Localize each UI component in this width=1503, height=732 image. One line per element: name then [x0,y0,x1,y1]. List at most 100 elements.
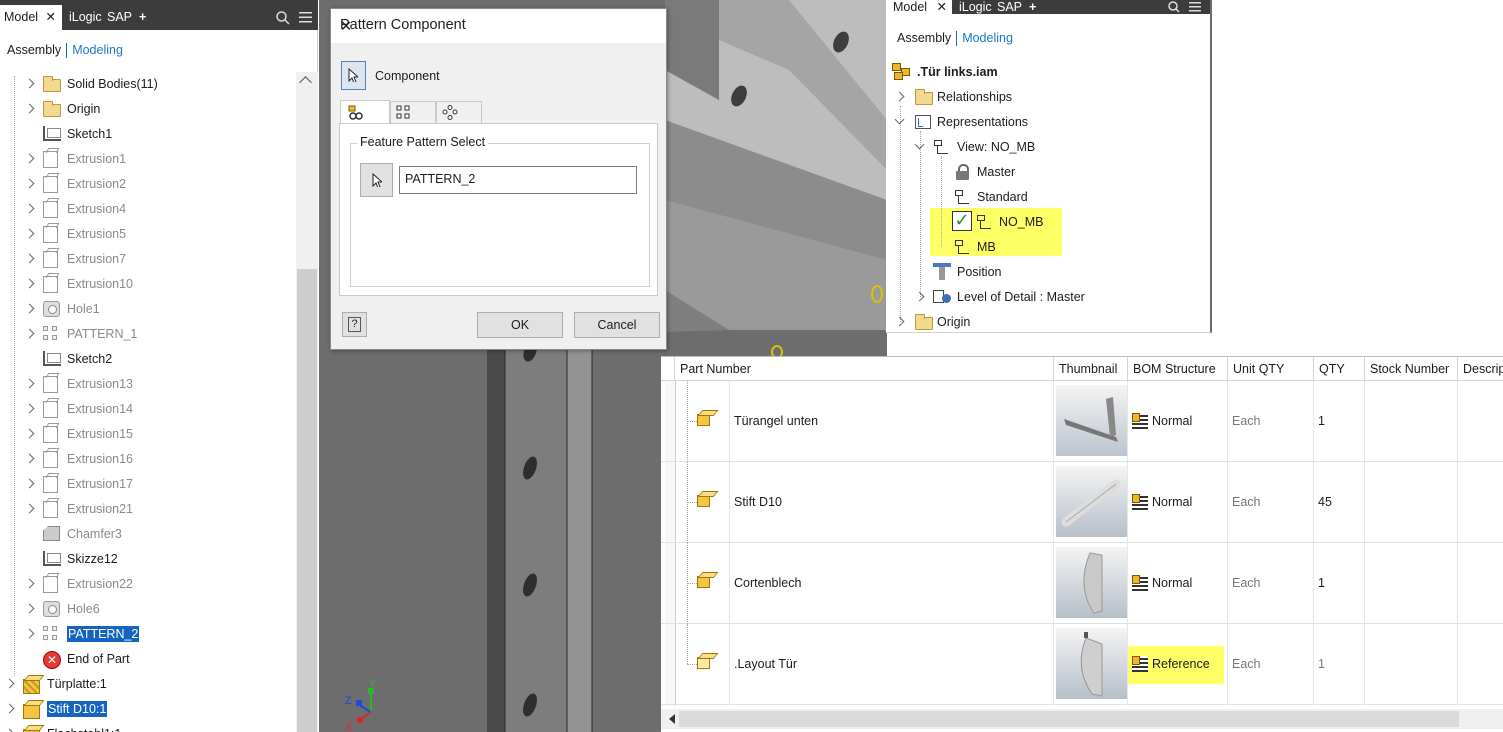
tree-item[interactable]: Stift D10:1 [4,697,290,721]
chevron-right-icon[interactable] [24,453,35,464]
search-icon[interactable] [1168,1,1180,13]
chevron-right-icon[interactable] [24,428,35,439]
subtab-assembly[interactable]: Assembly [897,31,951,45]
tab-ilogic[interactable]: iLogic [65,5,106,30]
chevron-right-icon[interactable] [24,303,35,314]
tab-model[interactable]: Model ✕ [886,0,952,14]
chevron-right-icon[interactable] [4,678,15,689]
cell-part-number[interactable]: .Layout Tür [729,624,1054,705]
cell-stock-number[interactable] [1365,624,1458,705]
search-icon[interactable] [276,11,290,25]
subtab-assembly[interactable]: Assembly [7,43,61,57]
close-icon[interactable]: ✕ [46,10,56,24]
col-header-stock-number[interactable]: Stock Number [1365,357,1458,381]
horizontal-scrollbar[interactable] [661,709,1503,729]
cell-description[interactable] [1458,462,1503,543]
col-header-unit-qty[interactable]: Unit QTY [1228,357,1314,381]
chevron-right-icon[interactable] [24,603,35,614]
cell-unit-qty[interactable]: Each [1228,543,1314,624]
chevron-right-icon[interactable] [894,91,905,102]
scrollbar-thumb[interactable] [679,711,1459,727]
chevron-down-icon[interactable] [914,139,925,150]
chevron-down-icon[interactable] [894,114,905,125]
chevron-right-icon[interactable] [24,378,35,389]
tree-item[interactable]: Extrusion22 [24,572,290,596]
tree-item[interactable]: Solid Bodies(11) [24,72,290,96]
tree-item[interactable]: Extrusion14 [24,397,290,421]
chevron-right-icon[interactable] [24,178,35,189]
tab-sap[interactable]: SAP [103,5,136,30]
tab-ilogic[interactable]: iLogic [955,0,996,14]
bom-row[interactable]: Türangel unten Normal Each 1 [661,381,1503,462]
tree-item[interactable]: Chamfer3 [26,522,290,546]
pattern-select-button[interactable] [360,163,393,197]
chevron-right-icon[interactable] [24,628,35,639]
tree-item[interactable]: Hole1 [24,297,290,321]
tab-circular-pattern[interactable] [436,101,482,123]
chevron-right-icon[interactable] [24,78,35,89]
component-select-button[interactable] [341,61,366,90]
tree-item-relationships[interactable]: Relationships [894,85,1196,109]
col-header-part-number[interactable]: Part Number [675,357,1054,381]
chevron-right-icon[interactable] [24,203,35,214]
chevron-right-icon[interactable] [24,228,35,239]
vertical-scrollbar[interactable] [296,72,318,732]
cell-bom-structure[interactable]: Reference [1128,624,1228,705]
ok-button[interactable]: OK [477,312,563,338]
chevron-right-icon[interactable] [24,103,35,114]
dialog-titlebar[interactable]: Pattern Component ✕ [331,9,666,43]
cell-unit-qty[interactable]: Each [1228,462,1314,543]
tree-item[interactable]: Origin [24,97,290,121]
cell-unit-qty[interactable]: Each [1228,624,1314,705]
menu-icon[interactable] [299,12,312,23]
chevron-right-icon[interactable] [24,478,35,489]
cell-qty[interactable]: 1 [1314,381,1365,462]
chevron-right-icon[interactable] [894,316,905,327]
cell-bom-structure[interactable]: Normal [1128,381,1228,462]
cell-description[interactable] [1458,624,1503,705]
col-header-qty[interactable]: QTY [1314,357,1365,381]
tree-item[interactable]: Flachstahl1:1 [4,722,290,732]
dialog-close-button[interactable]: ✕ [340,17,654,37]
cell-stock-number[interactable] [1365,543,1458,624]
cell-stock-number[interactable] [1365,381,1458,462]
tree-item-mb[interactable]: MB [954,235,1074,259]
cell-unit-qty[interactable]: Each [1228,381,1314,462]
tree-item-position[interactable]: Position [933,260,1193,284]
help-button[interactable]: ? [342,312,367,337]
bom-row[interactable]: Stift D10 Normal Each 45 [661,462,1503,543]
tree-item[interactable]: Hole6 [24,597,290,621]
cell-description[interactable] [1458,381,1503,462]
cell-qty[interactable]: 45 [1314,462,1365,543]
tab-model[interactable]: Model ✕ [0,5,62,30]
chevron-right-icon[interactable] [4,703,15,714]
chevron-right-icon[interactable] [24,578,35,589]
tree-item-level-of-detail[interactable]: Level of Detail : Master [914,285,1196,309]
tree-item[interactable]: Extrusion16 [24,447,290,471]
cell-part-number[interactable]: Türangel unten [729,381,1054,462]
chevron-right-icon[interactable] [24,253,35,264]
bom-row[interactable]: .Layout Tür Reference Each 1 [661,624,1503,705]
tree-item[interactable]: Türplatte:1 [4,672,290,696]
add-tab-button[interactable]: + [135,5,150,30]
tree-item-view[interactable]: View: NO_MB [914,135,1196,159]
close-icon[interactable]: ✕ [937,0,947,14]
chevron-right-icon[interactable] [24,503,35,514]
tab-sap[interactable]: SAP [993,0,1026,14]
cell-qty[interactable]: 1 [1314,543,1365,624]
chevron-right-icon[interactable] [24,328,35,339]
tree-item[interactable]: PATTERN_1 [24,322,290,346]
chevron-right-icon[interactable] [4,728,15,732]
tree-item-master[interactable]: Master [954,160,1194,184]
tree-item[interactable]: Extrusion7 [24,247,290,271]
tree-item[interactable]: Skizze12 [26,547,290,571]
cell-description[interactable] [1458,543,1503,624]
subtab-modeling[interactable]: Modeling [72,43,123,57]
tab-rectangular-pattern[interactable] [390,101,436,123]
tree-item[interactable]: Extrusion2 [24,172,290,196]
cell-part-number[interactable]: Stift D10 [729,462,1054,543]
tree-item-no-mb[interactable]: ✓ NO_MB [952,210,1072,234]
tree-item[interactable]: Extrusion1 [24,147,290,171]
tree-item-root[interactable]: .Tür links.iam [892,60,1192,84]
tree-item[interactable]: PATTERN_2 [24,622,290,646]
